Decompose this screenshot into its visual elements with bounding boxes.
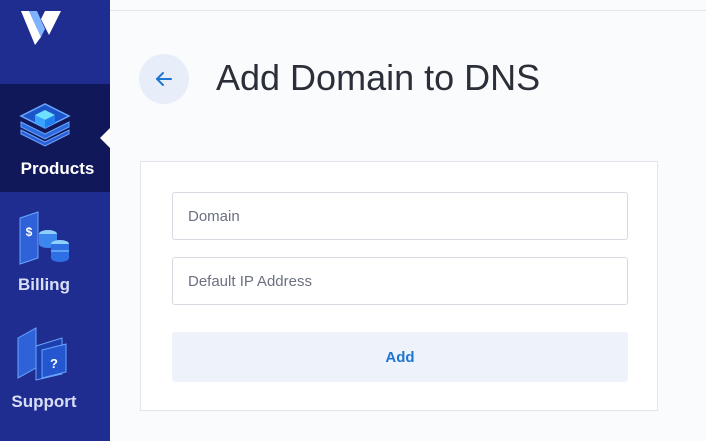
default-ip-input[interactable] <box>172 257 628 305</box>
sidebar-item-support[interactable]: ? Support <box>0 324 110 424</box>
arrow-left-icon <box>156 72 172 86</box>
svg-text:?: ? <box>50 356 58 371</box>
sidebar: Products $ Billing ? Support <box>0 0 110 441</box>
svg-text:$: $ <box>26 225 33 239</box>
sidebar-item-label: Billing <box>18 275 70 294</box>
back-button[interactable] <box>139 54 189 104</box>
divider <box>110 10 706 11</box>
sidebar-item-products[interactable]: Products <box>0 84 110 192</box>
add-domain-form: Add <box>140 161 658 411</box>
billing-icon: $ <box>19 211 69 265</box>
active-indicator <box>100 128 110 148</box>
page-title: Add Domain to DNS <box>216 57 541 98</box>
sidebar-item-label: Products <box>20 159 95 178</box>
add-button[interactable]: Add <box>172 332 628 382</box>
domain-input[interactable] <box>172 192 628 240</box>
logo[interactable] <box>19 9 63 47</box>
sidebar-item-billing[interactable]: $ Billing <box>0 208 110 308</box>
products-icon <box>19 103 71 147</box>
support-icon: ? <box>17 327 67 381</box>
sidebar-item-label: Support <box>11 392 77 411</box>
